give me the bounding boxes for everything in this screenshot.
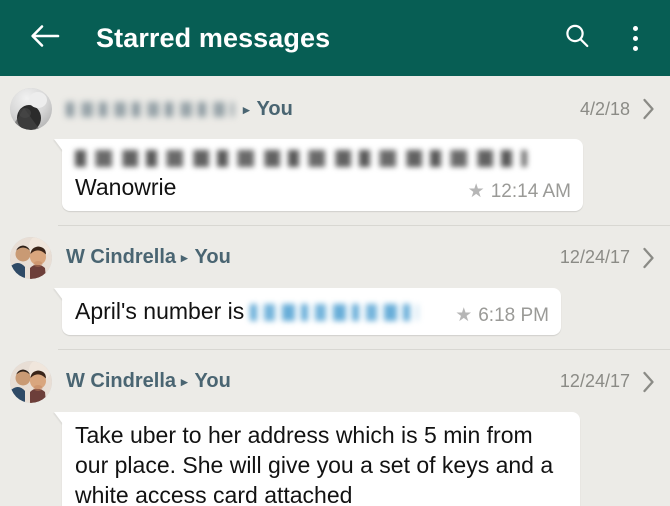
message-meta: ★ 12:14 AM (468, 181, 571, 203)
avatar[interactable] (10, 236, 52, 279)
message-text-row: April's number is (75, 297, 441, 327)
sender-name: W Cindrella (66, 246, 177, 269)
search-button[interactable] (560, 19, 594, 57)
starred-message-item[interactable]: W Cindrella ▸ You 12/24/17 April's numbe… (0, 224, 670, 349)
message-recipient: You (194, 246, 231, 269)
message-text-redacted (75, 150, 527, 167)
message-date: 12/24/17 (559, 247, 630, 268)
message-text: Wanowrie (75, 174, 177, 200)
search-icon (563, 22, 591, 55)
message-meta: ★ 6:18 PM (455, 305, 549, 327)
message-date: 4/2/18 (579, 98, 630, 119)
sender-separator-icon: ▸ (181, 250, 188, 266)
chevron-right-icon[interactable] (640, 371, 656, 393)
starred-message-item[interactable]: ▸ You 4/2/18 Wanowrie ★ 12:14 AM (0, 76, 670, 225)
message-sender: ▸ You (66, 98, 580, 121)
sender-separator-icon: ▸ (243, 101, 250, 117)
message-time: 6:18 PM (478, 304, 549, 326)
message-bubble[interactable]: Wanowrie ★ 12:14 AM (62, 139, 583, 211)
message-text: April's number is (75, 297, 245, 324)
overflow-menu-icon (632, 25, 638, 51)
arrow-left-icon (30, 23, 60, 54)
message-date: 12/24/17 (559, 371, 630, 392)
message-sender: W Cindrella ▸ You (66, 246, 560, 269)
sender-name-redacted (66, 101, 234, 117)
message-bubble[interactable]: Take uber to her address which is 5 min … (62, 411, 580, 506)
message-header: W Cindrella ▸ You 12/24/17 (0, 236, 670, 279)
message-bubble[interactable]: April's number is ★ 6:18 PM (62, 287, 561, 335)
avatar[interactable] (10, 360, 52, 403)
sender-name: W Cindrella (66, 370, 177, 393)
phone-number-redacted[interactable] (250, 303, 419, 321)
sender-separator-icon: ▸ (181, 374, 188, 390)
message-bubble-wrapper: Wanowrie ★ 12:14 AM (0, 139, 670, 211)
message-header: ▸ You 4/2/18 (0, 88, 670, 130)
avatar[interactable] (10, 88, 52, 130)
message-recipient: You (194, 370, 231, 393)
back-button[interactable] (24, 17, 66, 59)
message-recipient: You (256, 97, 293, 120)
app-bar: Starred messages (0, 0, 670, 76)
overflow-menu-button[interactable] (618, 19, 652, 57)
app-bar-actions (560, 19, 652, 57)
page-title: Starred messages (96, 22, 331, 53)
message-header: W Cindrella ▸ You 12/24/17 (0, 360, 670, 403)
message-text: Take uber to her address which is 5 min … (75, 421, 554, 506)
message-time: 12:14 AM (490, 180, 571, 202)
starred-message-item[interactable]: W Cindrella ▸ You 12/24/17 Take uber to … (0, 348, 670, 506)
star-filled-icon: ★ (455, 305, 473, 327)
message-sender: W Cindrella ▸ You (66, 370, 560, 393)
star-filled-icon: ★ (467, 181, 485, 203)
message-bubble-wrapper: April's number is ★ 6:18 PM (0, 287, 670, 335)
message-bubble-wrapper: Take uber to her address which is 5 min … (0, 411, 670, 506)
starred-messages-list[interactable]: ▸ You 4/2/18 Wanowrie ★ 12:14 AM W Cindr… (0, 76, 670, 506)
chevron-right-icon[interactable] (640, 247, 656, 269)
chevron-right-icon[interactable] (640, 98, 656, 120)
